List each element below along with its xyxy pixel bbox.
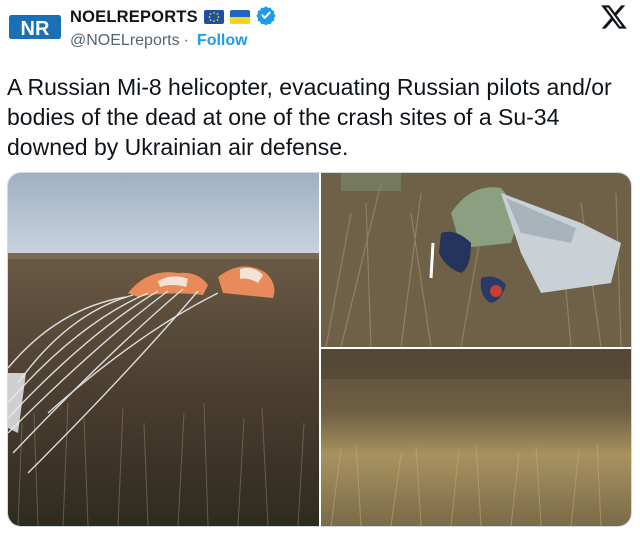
eu-flag-icon (203, 10, 224, 24)
display-name[interactable]: NOELREPORTS (70, 8, 198, 27)
photo-grass-field[interactable] (321, 349, 631, 526)
noelreports-logo-icon: NR (6, 4, 64, 50)
separator: · (183, 32, 189, 49)
photo-ejection-seat[interactable] (321, 173, 631, 347)
verified-badge-icon (256, 5, 276, 30)
logo-text: NR (21, 18, 50, 40)
ukraine-flag-icon (229, 10, 250, 24)
tweet-text: A Russian Mi-8 helicopter, evacuating Ru… (7, 74, 612, 160)
handle[interactable]: @NOELreports (70, 32, 180, 50)
handle-row: @NOELreports · Follow (70, 32, 248, 50)
media-grid (7, 172, 632, 527)
x-logo-icon[interactable] (600, 4, 628, 30)
photo-parachute[interactable] (8, 173, 319, 526)
author-name-row: NOELREPORTS (70, 5, 276, 30)
avatar[interactable]: NR (6, 4, 64, 50)
grass-field-photo-image (321, 349, 631, 526)
parachute-photo-image (8, 173, 319, 526)
ejection-seat-photo-image (321, 173, 631, 347)
follow-button[interactable]: Follow (197, 32, 248, 50)
